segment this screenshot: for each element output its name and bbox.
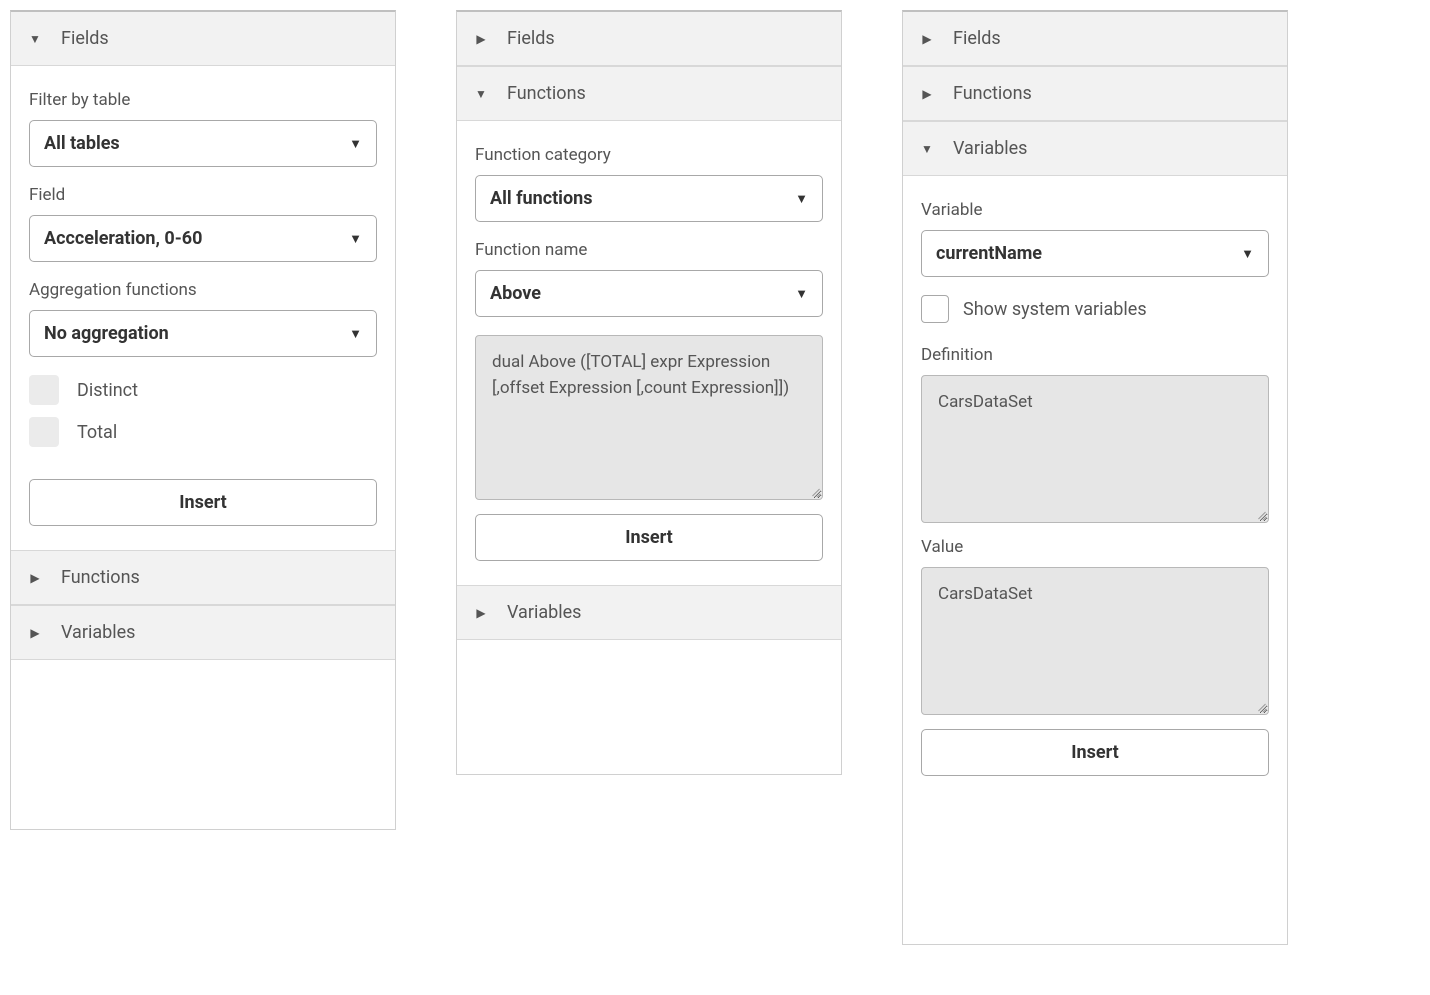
- accordion-label: Variables: [507, 602, 581, 623]
- chevron-down-icon: ▼: [921, 142, 933, 156]
- value-label: Value: [921, 537, 1269, 557]
- show-system-checkbox[interactable]: [921, 295, 949, 323]
- accordion-label: Functions: [953, 83, 1032, 104]
- field-select[interactable]: Accceleration, 0-60 ▼: [29, 215, 377, 262]
- select-value: No aggregation: [44, 323, 169, 344]
- accordion-header-functions[interactable]: ▶ Functions: [903, 66, 1287, 121]
- value-textarea[interactable]: CarsDataSet: [921, 567, 1269, 715]
- chevron-right-icon: ▶: [29, 571, 41, 585]
- total-label: Total: [77, 422, 117, 443]
- definition-label: Definition: [921, 345, 1269, 365]
- accordion-header-variables[interactable]: ▼ Variables: [903, 121, 1287, 176]
- show-system-row: Show system variables: [921, 295, 1269, 323]
- chevron-right-icon: ▶: [29, 626, 41, 640]
- chevron-right-icon: ▶: [475, 606, 487, 620]
- select-value: Above: [490, 283, 541, 304]
- caret-down-icon: ▼: [349, 136, 362, 152]
- variables-body: Variable currentName ▼ Show system varia…: [903, 176, 1287, 800]
- total-checkbox[interactable]: [29, 417, 59, 447]
- chevron-right-icon: ▶: [921, 32, 933, 46]
- accordion-label: Fields: [507, 28, 555, 49]
- insert-button[interactable]: Insert: [921, 729, 1269, 776]
- function-name-select[interactable]: Above ▼: [475, 270, 823, 317]
- variable-select[interactable]: currentName ▼: [921, 230, 1269, 277]
- variable-label: Variable: [921, 200, 1269, 220]
- chevron-down-icon: ▼: [29, 32, 41, 46]
- accordion-header-variables[interactable]: ▶ Variables: [11, 605, 395, 660]
- accordion-header-functions[interactable]: ▶ Functions: [11, 550, 395, 605]
- function-category-label: Function category: [475, 145, 823, 165]
- chevron-right-icon: ▶: [475, 32, 487, 46]
- functions-body: Function category All functions ▼ Functi…: [457, 121, 841, 585]
- caret-down-icon: ▼: [795, 191, 808, 207]
- caret-down-icon: ▼: [1241, 246, 1254, 262]
- accordion-label: Fields: [953, 28, 1001, 49]
- accordion-label: Variables: [61, 622, 135, 643]
- panel-functions: ▶ Fields ▼ Functions Function category A…: [456, 10, 842, 775]
- function-signature-wrap: dual Above ([TOTAL] expr Expression [,of…: [475, 335, 823, 500]
- function-signature-textarea[interactable]: dual Above ([TOTAL] expr Expression [,of…: [475, 335, 823, 500]
- select-value: currentName: [936, 243, 1042, 264]
- function-category-select[interactable]: All functions ▼: [475, 175, 823, 222]
- total-checkbox-row: Total: [29, 417, 377, 447]
- caret-down-icon: ▼: [349, 326, 362, 342]
- accordion-label: Variables: [953, 138, 1027, 159]
- insert-button[interactable]: Insert: [29, 479, 377, 526]
- aggregation-label: Aggregation functions: [29, 280, 377, 300]
- show-system-label: Show system variables: [963, 299, 1147, 320]
- distinct-label: Distinct: [77, 380, 138, 401]
- distinct-checkbox[interactable]: [29, 375, 59, 405]
- fields-body: Filter by table All tables ▼ Field Accce…: [11, 66, 395, 550]
- accordion-label: Functions: [61, 567, 140, 588]
- panel-variables: ▶ Fields ▶ Functions ▼ Variables Variabl…: [902, 10, 1288, 945]
- accordion-header-functions[interactable]: ▼ Functions: [457, 66, 841, 121]
- accordion-header-variables[interactable]: ▶ Variables: [457, 585, 841, 640]
- accordion-header-fields[interactable]: ▶ Fields: [457, 12, 841, 66]
- accordion-label: Fields: [61, 28, 109, 49]
- filter-by-table-select[interactable]: All tables ▼: [29, 120, 377, 167]
- select-value: All functions: [490, 188, 592, 209]
- chevron-right-icon: ▶: [921, 87, 933, 101]
- distinct-checkbox-row: Distinct: [29, 375, 377, 405]
- function-name-label: Function name: [475, 240, 823, 260]
- chevron-down-icon: ▼: [475, 87, 487, 101]
- caret-down-icon: ▼: [795, 286, 808, 302]
- filter-by-table-label: Filter by table: [29, 90, 377, 110]
- panel-fields: ▼ Fields Filter by table All tables ▼ Fi…: [10, 10, 396, 830]
- definition-textarea[interactable]: CarsDataSet: [921, 375, 1269, 523]
- select-value: All tables: [44, 133, 120, 154]
- value-wrap: CarsDataSet: [921, 567, 1269, 715]
- accordion-header-fields[interactable]: ▶ Fields: [903, 12, 1287, 66]
- caret-down-icon: ▼: [349, 231, 362, 247]
- accordion-label: Functions: [507, 83, 586, 104]
- definition-wrap: CarsDataSet: [921, 375, 1269, 523]
- field-label: Field: [29, 185, 377, 205]
- accordion-header-fields[interactable]: ▼ Fields: [11, 12, 395, 66]
- select-value: Accceleration, 0-60: [44, 228, 202, 249]
- insert-button[interactable]: Insert: [475, 514, 823, 561]
- aggregation-select[interactable]: No aggregation ▼: [29, 310, 377, 357]
